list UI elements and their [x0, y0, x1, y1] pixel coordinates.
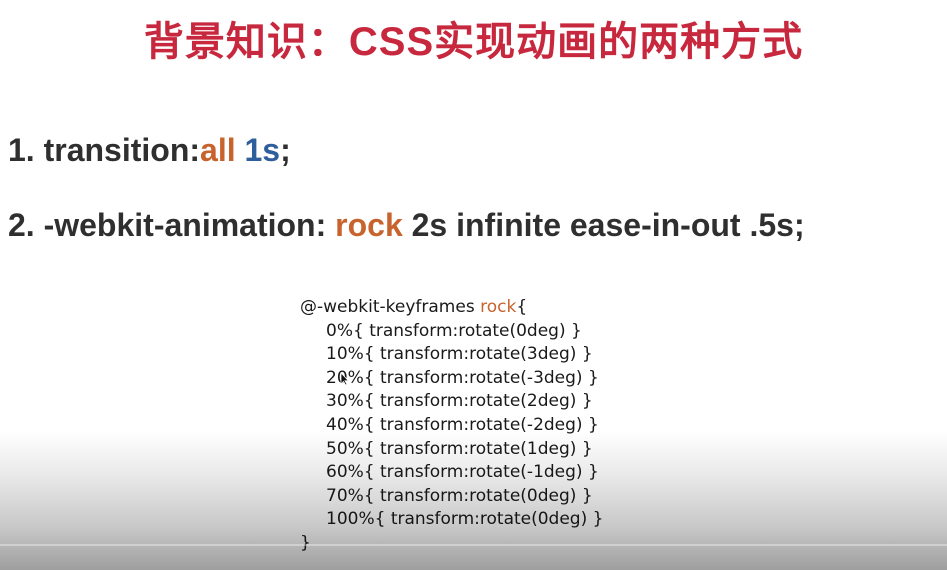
keyframe-line: 30%{ transform:rotate(2deg) } [326, 391, 593, 412]
mouse-pointer-icon [340, 372, 350, 390]
keyframe-line: 40%{ transform:rotate(-2deg) } [326, 414, 599, 435]
keyframe-line: 70%{ transform:rotate(0deg) } [326, 485, 593, 506]
video-progress-track[interactable] [0, 544, 947, 546]
transition-prefix: 1. transition: [8, 132, 201, 168]
transition-line: 1. transition:all 1s; [8, 130, 291, 170]
keyframe-line: 50%{ transform:rotate(1deg) } [326, 438, 593, 459]
keyframe-line: 10%{ transform:rotate(3deg) } [326, 344, 593, 365]
mouse-pointer-icon-svg [340, 372, 350, 386]
keyframe-line: 100%{ transform:rotate(0deg) } [326, 509, 604, 530]
keyframes-code-block: @-webkit-keyframes rock{ 0%{ transform:r… [300, 296, 603, 556]
keyframes-header-brace: { [516, 297, 528, 317]
keyframe-line: 60%{ transform:rotate(-1deg) } [326, 462, 599, 483]
keyframes-header-prefix: @-webkit-keyframes [300, 297, 481, 317]
animation-rest: 2s infinite ease-in-out .5s; [402, 207, 805, 243]
keyframes-header-name: rock [480, 297, 517, 317]
animation-name: rock [335, 207, 403, 243]
keyframe-line: 0%{ transform:rotate(0deg) } [326, 320, 582, 341]
animation-line: 2. -webkit-animation: rock 2s infinite e… [8, 205, 805, 245]
transition-duration: 1s [244, 132, 281, 168]
keyframes-header: @-webkit-keyframes rock{ [300, 296, 603, 320]
transition-suffix: ; [280, 132, 291, 168]
transition-all-keyword: all [200, 132, 236, 168]
slide-title: 背景知识：CSS实现动画的两种方式 [143, 20, 804, 64]
slide: 背景知识：CSS实现动画的两种方式 1. transition:all 1s; … [0, 0, 947, 570]
animation-prefix: 2. -webkit-animation: [8, 207, 336, 243]
